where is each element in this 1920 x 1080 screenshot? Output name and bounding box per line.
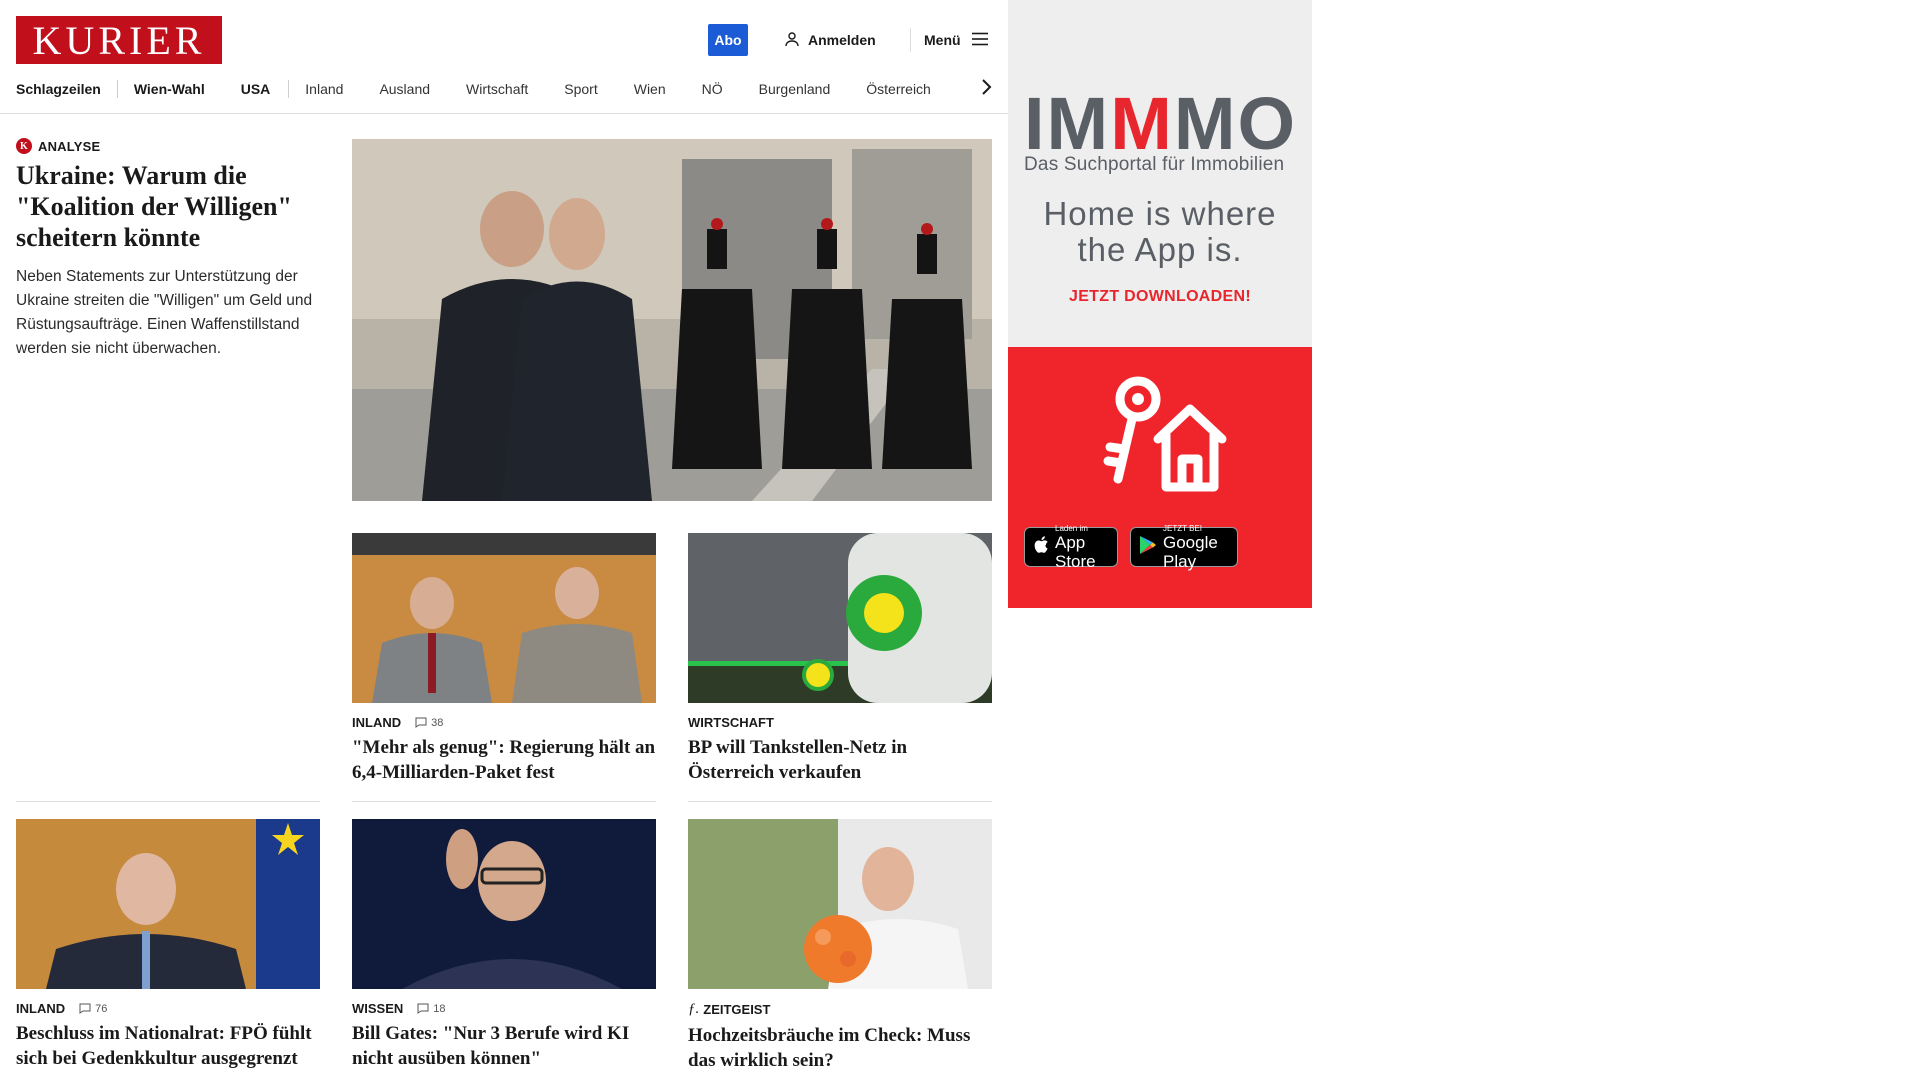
article-meta: ƒ. ZEITGEIST — [688, 1001, 992, 1018]
app-store-label: App Store — [1055, 532, 1096, 571]
comment-icon — [417, 1003, 429, 1014]
article-meta: WIRTSCHAFT — [688, 715, 992, 730]
nav-item-oesterreich[interactable]: Österreich — [866, 81, 931, 97]
article-headline[interactable]: Hochzeitsbräuche im Check: Muss das wirk… — [688, 1024, 992, 1073]
article-card[interactable]: ƒ. ZEITGEIST Hochzeitsbräuche im Check: … — [688, 819, 992, 1073]
ad-slogan-line: Home is where — [1043, 195, 1277, 232]
google-play-button[interactable]: JETZT BEI Google Play — [1130, 523, 1238, 571]
article-category[interactable]: WIRTSCHAFT — [688, 715, 774, 730]
comment-count-value: 18 — [433, 1002, 446, 1015]
zeitgeist-icon: ƒ. — [688, 1001, 700, 1017]
google-play-label: Google Play — [1163, 532, 1218, 571]
nav-item-sport[interactable]: Sport — [564, 81, 597, 97]
kurier-k-icon: K — [16, 138, 32, 154]
nav-divider — [116, 80, 118, 98]
header-divider — [910, 28, 911, 52]
comment-count-value: 76 — [95, 1002, 108, 1015]
article-headline[interactable]: Beschluss im Nationalrat: FPÖ fühlt sich… — [16, 1022, 320, 1071]
ad-bottom-panel: Laden im App Store JETZT BEI Google Play — [1008, 347, 1312, 608]
lead-kicker-label: ANALYSE — [38, 138, 101, 154]
comment-icon — [415, 717, 427, 728]
nav-item-usa[interactable]: USA — [241, 81, 271, 97]
article-category-label: ZEITGEIST — [703, 1002, 771, 1017]
nav-item-wirtschaft[interactable]: Wirtschaft — [466, 81, 528, 97]
article-meta: INLAND 38 — [352, 715, 656, 730]
divider — [16, 801, 320, 802]
article-category[interactable]: INLAND — [16, 1001, 65, 1016]
google-play-icon — [1139, 535, 1157, 560]
login-label: Anmelden — [808, 32, 876, 48]
nav-item-wien-wahl[interactable]: Wien-Wahl — [134, 81, 205, 97]
article-card[interactable]: INLAND 38 "Mehr als genug": Regierung hä… — [352, 533, 656, 785]
user-icon — [784, 31, 800, 50]
nav-item-noe[interactable]: NÖ — [702, 81, 723, 97]
ad-slogan: Home is where the App is. — [1008, 196, 1312, 268]
chevron-right-icon — [980, 78, 992, 99]
article-image[interactable] — [16, 819, 320, 989]
lead-headline[interactable]: Ukraine: Warum die "Koalition der Willig… — [16, 160, 320, 253]
lead-article[interactable]: K ANALYSE Ukraine: Warum die "Koalition … — [16, 138, 320, 361]
hamburger-icon — [971, 32, 989, 49]
article-image[interactable] — [352, 819, 656, 989]
ad-top-panel: IMMMO Das Suchportal für Immobilien Home… — [1008, 0, 1312, 347]
article-card[interactable]: WISSEN 18 Bill Gates: "Nur 3 Berufe wird… — [352, 819, 656, 1071]
menu-button[interactable]: Menü — [924, 28, 989, 52]
app-store-small-label: Laden im — [1055, 523, 1088, 533]
comment-count-value: 38 — [431, 716, 444, 729]
article-meta: INLAND 76 — [16, 1001, 320, 1016]
house-keys-icon — [1098, 369, 1228, 504]
article-card[interactable]: WIRTSCHAFT BP will Tankstellen-Netz in Ö… — [688, 533, 992, 785]
article-category[interactable]: INLAND — [352, 715, 401, 730]
menu-label: Menü — [924, 32, 961, 48]
article-image[interactable] — [688, 819, 992, 989]
apple-icon — [1033, 535, 1049, 559]
lead-image[interactable] — [352, 139, 992, 501]
divider — [688, 801, 992, 802]
nav-item-inland[interactable]: Inland — [305, 81, 343, 97]
comment-icon — [79, 1003, 91, 1014]
immmo-ad[interactable]: IMMMO Das Suchportal für Immobilien Home… — [1008, 0, 1312, 608]
comment-count[interactable]: 38 — [415, 717, 443, 729]
article-category[interactable]: ƒ. ZEITGEIST — [688, 1001, 770, 1018]
article-card[interactable]: INLAND 76 Beschluss im Nationalrat: FPÖ … — [16, 819, 320, 1071]
ad-download-link[interactable]: JETZT DOWNLOADEN! — [1008, 288, 1312, 306]
comment-count[interactable]: 18 — [417, 1002, 446, 1015]
nav-item-wien[interactable]: Wien — [634, 81, 666, 97]
immmo-logo: IMMMO — [1024, 82, 1298, 165]
login-link[interactable]: Anmelden — [784, 28, 876, 52]
nav-divider — [288, 80, 290, 98]
app-store-button[interactable]: Laden im App Store — [1024, 523, 1118, 571]
article-image[interactable] — [352, 533, 656, 703]
lead-kicker: K ANALYSE — [16, 138, 320, 154]
nav-scroll-right-button[interactable] — [974, 76, 998, 100]
article-headline[interactable]: "Mehr als genug": Regierung hält an 6,4-… — [352, 736, 656, 785]
article-meta: WISSEN 18 — [352, 1001, 656, 1016]
kurier-logo[interactable]: KURIER — [16, 16, 222, 64]
divider — [352, 801, 656, 802]
ad-slogan-line: the App is. — [1077, 231, 1243, 268]
article-headline[interactable]: BP will Tankstellen-Netz in Österreich v… — [688, 736, 992, 785]
ad-subtitle: Das Suchportal für Immobilien — [1024, 154, 1285, 175]
lead-teaser: Neben Statements zur Unterstützung der U… — [16, 268, 313, 357]
site-header: KURIER Abo Anmelden Menü Schlagzeilen Wi… — [0, 0, 1008, 114]
article-category[interactable]: WISSEN — [352, 1001, 403, 1016]
article-image[interactable] — [688, 533, 992, 703]
comment-count[interactable]: 76 — [79, 1003, 107, 1015]
abo-button[interactable]: Abo — [708, 24, 748, 56]
article-headline[interactable]: Bill Gates: "Nur 3 Berufe wird KI nicht … — [352, 1022, 656, 1071]
nav-item-schlagzeilen[interactable]: Schlagzeilen — [16, 81, 101, 97]
main-nav: Schlagzeilen Wien-Wahl USA Inland Auslan… — [16, 78, 967, 100]
google-play-small-label: JETZT BEI — [1163, 523, 1202, 533]
nav-item-burgenland[interactable]: Burgenland — [759, 81, 831, 97]
nav-item-ausland[interactable]: Ausland — [379, 81, 430, 97]
